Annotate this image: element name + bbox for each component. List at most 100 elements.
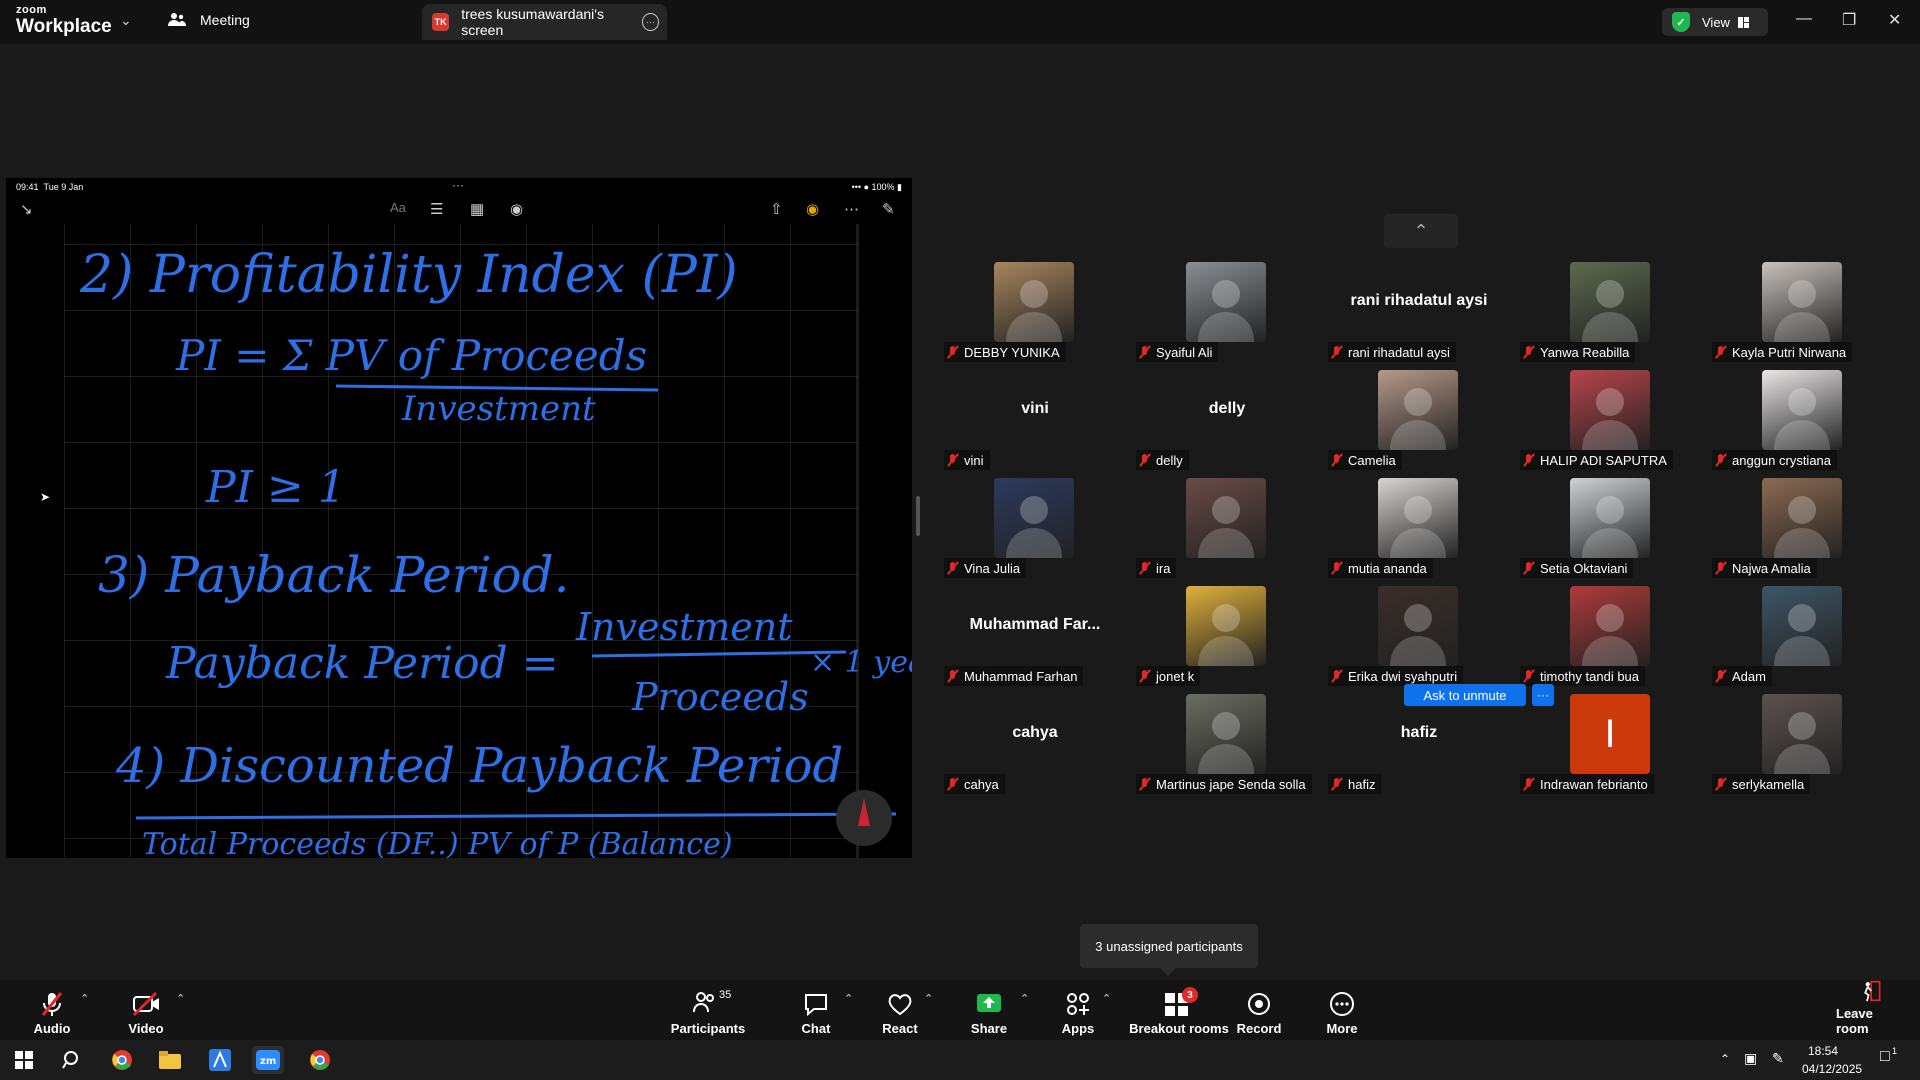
- participant-video: [1378, 586, 1458, 666]
- video-options-caret[interactable]: ⌃: [176, 992, 185, 1005]
- minimize-icon[interactable]: —: [1796, 10, 1812, 28]
- gallery-scroll-up-button[interactable]: ⌃: [1384, 214, 1458, 248]
- participant-tile[interactable]: jonet k: [1136, 586, 1318, 688]
- pen-icon[interactable]: ✎: [1772, 1050, 1784, 1067]
- mic-muted-icon: [1138, 777, 1152, 791]
- participant-display-name: hafiz: [1400, 724, 1438, 741]
- record-button[interactable]: Record: [1236, 980, 1282, 1040]
- tray-chevron-up-icon[interactable]: ⌃: [1720, 1052, 1730, 1066]
- more-button[interactable]: More: [1320, 980, 1364, 1040]
- ipad-time: 09:41 Tue 9 Jan: [16, 182, 84, 192]
- participant-tile[interactable]: vini vini: [944, 370, 1126, 472]
- view-label: View: [1702, 14, 1730, 30]
- participant-name: Yanwa Reabilla: [1540, 344, 1630, 360]
- participant-more-button[interactable]: ···: [1532, 684, 1554, 706]
- participant-tile[interactable]: Setia Oktaviani: [1520, 478, 1702, 580]
- participant-tile[interactable]: Muhammad Far... Muhammad Farhan: [944, 586, 1126, 688]
- participant-name: cahya: [964, 776, 999, 792]
- mic-muted-icon: [946, 669, 960, 683]
- person-silhouette-icon: [1774, 496, 1830, 558]
- more-options-icon[interactable]: ···: [641, 13, 659, 31]
- participant-tile[interactable]: Erika dwi syahputri: [1328, 586, 1510, 688]
- participant-tile[interactable]: Kayla Putri Nirwana: [1712, 262, 1894, 364]
- participant-tile[interactable]: rani rihadatul aysi rani rihadatul aysi: [1328, 262, 1510, 364]
- leave-room-button[interactable]: Leave room: [1836, 980, 1908, 1040]
- view-button[interactable]: ✓ View: [1662, 8, 1768, 36]
- zoom-taskbar-icon[interactable]: zm: [252, 1046, 284, 1074]
- share-button[interactable]: Share: [966, 980, 1012, 1040]
- chevron-down-icon[interactable]: ⌄: [120, 12, 132, 29]
- participant-name: Vina Julia: [964, 560, 1021, 576]
- file-explorer-icon[interactable]: [154, 1046, 186, 1074]
- wb-line-table: Total Proceeds (DF..) PV of P (Balance): [142, 827, 733, 858]
- participant-tile[interactable]: Syaiful Ali: [1136, 262, 1318, 364]
- participant-tile[interactable]: Martinus jape Senda solla: [1136, 694, 1318, 796]
- share-options-caret[interactable]: ⌃: [1020, 992, 1029, 1005]
- participant-tile[interactable]: HALIP ADI SAPUTRA: [1520, 370, 1702, 472]
- panel-divider[interactable]: [916, 496, 920, 536]
- mic-muted-icon: [946, 345, 960, 359]
- search-icon[interactable]: [56, 1046, 88, 1074]
- participant-display-name: Muhammad Far...: [969, 616, 1101, 633]
- participant-tile[interactable]: Camelia: [1328, 370, 1510, 472]
- participant-tile[interactable]: I Indrawan febrianto: [1520, 694, 1702, 796]
- apps-button[interactable]: Apps: [1056, 980, 1100, 1040]
- participant-video: [1186, 586, 1266, 666]
- chat-label: Chat: [801, 1021, 831, 1036]
- breakout-rooms-button[interactable]: 3 Breakout rooms: [1126, 980, 1232, 1040]
- participant-tile[interactable]: DEBBY YUNIKA: [944, 262, 1126, 364]
- tab-shared-screen[interactable]: TK trees kusumawardani's screen ···: [422, 4, 667, 40]
- participant-tile[interactable]: hafiz hafiz: [1328, 694, 1510, 796]
- participant-tile[interactable]: cahya cahya: [944, 694, 1126, 796]
- mic-muted-icon: [1714, 453, 1728, 467]
- participant-tile[interactable]: Yanwa Reabilla: [1520, 262, 1702, 364]
- ask-to-unmute-button[interactable]: Ask to unmute: [1404, 684, 1526, 706]
- participant-tile[interactable]: Vina Julia: [944, 478, 1126, 580]
- notification-icon[interactable]: □ 1: [1880, 1046, 1897, 1066]
- ellipsis-icon: ⋯: [844, 201, 859, 218]
- mic-muted-icon: [946, 561, 960, 575]
- participant-name-label: Erika dwi syahputri: [1328, 666, 1464, 686]
- mic-muted-icon: [41, 992, 63, 1016]
- more-label: More: [1326, 1021, 1358, 1036]
- participants-button[interactable]: 35 Participants: [671, 980, 745, 1040]
- participant-name: Adam: [1732, 668, 1766, 684]
- audio-options-caret[interactable]: ⌃: [80, 992, 89, 1005]
- clock-date[interactable]: 04/12/2025: [1802, 1062, 1862, 1076]
- participants-icon: [693, 992, 714, 1013]
- chat-button[interactable]: Chat: [794, 980, 838, 1040]
- restore-icon[interactable]: ❐: [1842, 10, 1856, 30]
- app-a-icon[interactable]: [204, 1046, 236, 1074]
- participant-video: [1186, 694, 1266, 774]
- chrome-icon-2[interactable]: [304, 1046, 336, 1074]
- person-silhouette-icon: [1198, 496, 1254, 558]
- participant-tile[interactable]: mutia ananda: [1328, 478, 1510, 580]
- tab-meeting[interactable]: Meeting: [168, 0, 418, 40]
- audio-button[interactable]: Audio: [30, 980, 74, 1040]
- windows-start-icon[interactable]: [8, 1046, 40, 1074]
- participant-video: [1570, 478, 1650, 558]
- participant-name: Camelia: [1348, 452, 1396, 468]
- video-button[interactable]: Video: [124, 980, 168, 1040]
- participant-tile[interactable]: Najwa Amalia: [1712, 478, 1894, 580]
- react-button[interactable]: React: [878, 980, 922, 1040]
- participant-tile[interactable]: anggun crystiana: [1712, 370, 1894, 472]
- close-icon[interactable]: ✕: [1888, 10, 1901, 30]
- chat-options-caret[interactable]: ⌃: [844, 992, 853, 1005]
- participant-tile[interactable]: Adam: [1712, 586, 1894, 688]
- react-options-caret[interactable]: ⌃: [924, 992, 933, 1005]
- sharer-badge: TK: [432, 13, 450, 31]
- participant-video: [1762, 262, 1842, 342]
- participant-tile[interactable]: serlykamella: [1712, 694, 1894, 796]
- chrome-icon[interactable]: [106, 1046, 138, 1074]
- apps-options-caret[interactable]: ⌃: [1102, 992, 1111, 1005]
- participant-name-label: jonet k: [1136, 666, 1201, 686]
- participant-display-name: vini: [1021, 400, 1049, 417]
- participant-video: [1186, 262, 1266, 342]
- participant-tile[interactable]: ira: [1136, 478, 1318, 580]
- participant-tile[interactable]: timothy tandi bua: [1520, 586, 1702, 688]
- participant-tile[interactable]: delly delly: [1136, 370, 1318, 472]
- network-icon[interactable]: ▣: [1744, 1050, 1757, 1067]
- clock-time[interactable]: 18:54: [1808, 1044, 1838, 1058]
- shared-screen[interactable]: 09:41 Tue 9 Jan ··· ••• ● 100% ▮ ↘ Aa ☰ …: [6, 178, 912, 858]
